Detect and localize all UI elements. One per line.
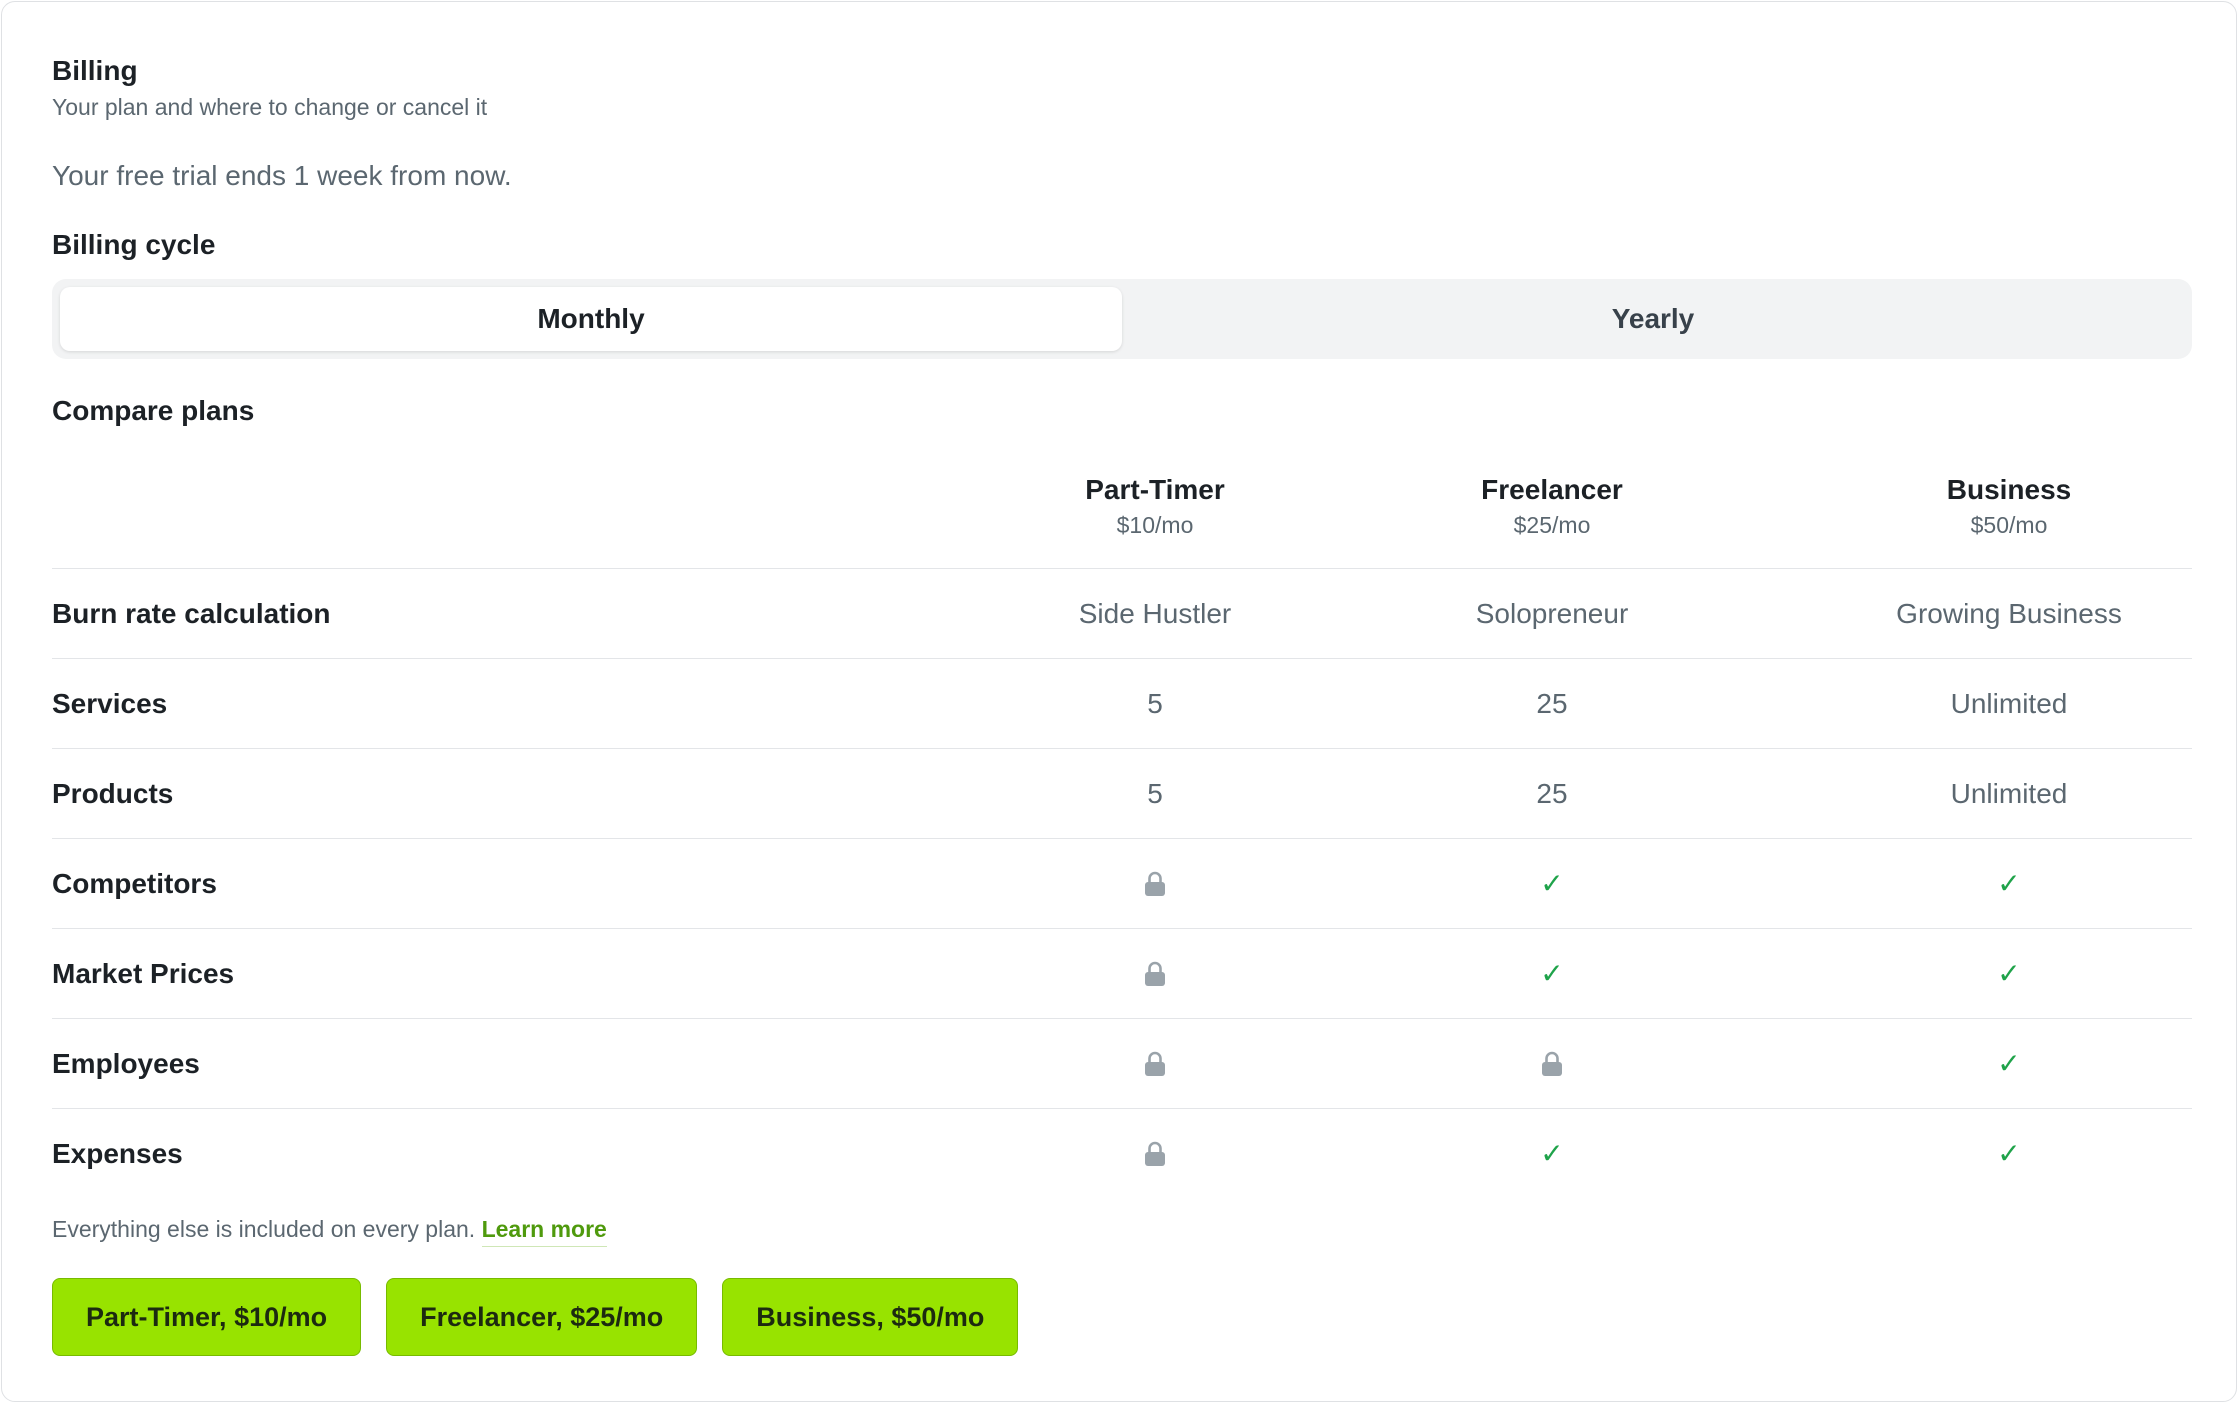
table-body: Burn rate calculation Side Hustler Solopre… bbox=[52, 569, 2192, 1198]
check-icon: ✓ bbox=[1997, 868, 2021, 899]
feature-cell bbox=[955, 1019, 1355, 1108]
feature-cell bbox=[1352, 1019, 1752, 1108]
plan-header-part-timer: Part-Timer $10/mo bbox=[955, 474, 1355, 539]
feature-cell: ✓ bbox=[1352, 839, 1752, 928]
check-icon: ✓ bbox=[1540, 958, 1564, 989]
feature-cell: ✓ bbox=[1809, 1109, 2209, 1198]
billing-cycle-label: Billing cycle bbox=[52, 229, 216, 260]
feature-label: Employees bbox=[52, 1048, 200, 1079]
compare-plans-label: Compare plans bbox=[52, 395, 255, 426]
plan-header-business: Business $50/mo bbox=[1809, 474, 2209, 539]
select-business-button[interactable]: Business, $50/mo bbox=[722, 1278, 1019, 1356]
plan-price: $50/mo bbox=[1970, 512, 2048, 538]
billing-title: Billing bbox=[52, 55, 138, 86]
check-icon: ✓ bbox=[1540, 1138, 1564, 1169]
feature-value: Growing Business bbox=[1896, 597, 2122, 629]
check-icon: ✓ bbox=[1540, 868, 1564, 899]
table-row: Products 5 25 Unlimited bbox=[52, 749, 2192, 839]
check-icon: ✓ bbox=[1997, 1138, 2021, 1169]
learn-more-link[interactable]: Learn more bbox=[481, 1216, 607, 1247]
feature-value: Unlimited bbox=[1950, 687, 2068, 719]
feature-value: Unlimited bbox=[1950, 777, 2068, 809]
feature-cell: ✓ bbox=[1809, 929, 2209, 1018]
feature-cell: ✓ bbox=[1809, 839, 2209, 928]
feature-cell: ✓ bbox=[1352, 1109, 1752, 1198]
plan-name: Part-Timer bbox=[1085, 474, 1225, 505]
plan-price: $10/mo bbox=[1116, 512, 1194, 538]
lock-icon bbox=[1144, 871, 1166, 897]
check-icon: ✓ bbox=[1997, 958, 2021, 989]
plan-name: Freelancer bbox=[1481, 474, 1623, 505]
lock-icon bbox=[1144, 961, 1166, 987]
compare-plans-table: Part-Timer $10/mo Freelancer $25/mo Busi… bbox=[52, 458, 2192, 1198]
table-row: Expenses ✓ ✓ bbox=[52, 1109, 2192, 1198]
table-row: Services 5 25 Unlimited bbox=[52, 659, 2192, 749]
lock-icon bbox=[1541, 1051, 1563, 1077]
feature-cell: ✓ bbox=[1809, 1019, 2209, 1108]
feature-value: Side Hustler bbox=[1078, 597, 1232, 629]
billing-cycle-monthly[interactable]: Monthly bbox=[60, 287, 1122, 351]
billing-content: Billing Your plan and where to change or… bbox=[52, 2, 2192, 1401]
feature-value: 5 bbox=[1147, 687, 1163, 719]
trial-status-text: Your free trial ends 1 week from now. bbox=[52, 160, 512, 191]
table-row: Employees ✓ bbox=[52, 1019, 2192, 1109]
plan-price: $25/mo bbox=[1513, 512, 1591, 538]
feature-cell: ✓ bbox=[1352, 929, 1752, 1018]
lock-icon bbox=[1144, 1051, 1166, 1077]
billing-card: Billing Your plan and where to change or… bbox=[1, 1, 2237, 1402]
plan-buttons: Part-Timer, $10/mo Freelancer, $25/mo Bu… bbox=[52, 1278, 1019, 1356]
plan-name: Business bbox=[1946, 474, 2072, 505]
billing-subtitle: Your plan and where to change or cancel … bbox=[52, 94, 488, 120]
billing-cycle-yearly[interactable]: Yearly bbox=[1122, 287, 2184, 351]
select-part-timer-button[interactable]: Part-Timer, $10/mo bbox=[52, 1278, 362, 1356]
feature-label: Competitors bbox=[52, 868, 217, 899]
billing-cycle-toggle: Monthly Yearly bbox=[52, 279, 2192, 359]
feature-cell bbox=[955, 839, 1355, 928]
feature-cell bbox=[955, 1109, 1355, 1198]
feature-label: Products bbox=[52, 778, 174, 809]
feature-label: Market Prices bbox=[52, 958, 235, 989]
table-header: Part-Timer $10/mo Freelancer $25/mo Busi… bbox=[52, 458, 2192, 569]
feature-value: 25 bbox=[1536, 687, 1568, 719]
plan-header-freelancer: Freelancer $25/mo bbox=[1352, 474, 1752, 539]
feature-value: 5 bbox=[1147, 777, 1163, 809]
feature-value: 25 bbox=[1536, 777, 1568, 809]
feature-value: Solopreneur bbox=[1475, 597, 1629, 629]
feature-label: Burn rate calculation bbox=[52, 598, 331, 629]
included-footnote: Everything else is included on every pla… bbox=[52, 1216, 607, 1247]
feature-cell bbox=[955, 929, 1355, 1018]
feature-label: Services bbox=[52, 688, 168, 719]
footnote-text: Everything else is included on every pla… bbox=[52, 1216, 476, 1242]
table-row: Competitors ✓ ✓ bbox=[52, 839, 2192, 929]
table-row: Market Prices ✓ ✓ bbox=[52, 929, 2192, 1019]
select-freelancer-button[interactable]: Freelancer, $25/mo bbox=[386, 1278, 698, 1356]
lock-icon bbox=[1144, 1141, 1166, 1167]
table-row: Burn rate calculation Side Hustler Solopre… bbox=[52, 569, 2192, 659]
check-icon: ✓ bbox=[1997, 1048, 2021, 1079]
feature-label: Expenses bbox=[52, 1138, 183, 1169]
